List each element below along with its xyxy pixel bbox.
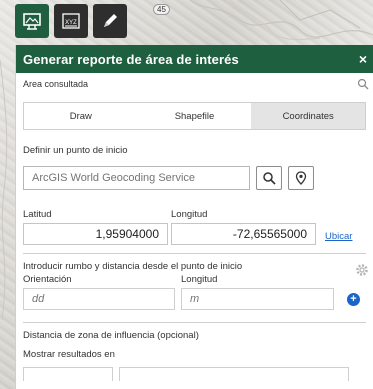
longitud-group: Longitud bbox=[171, 209, 316, 245]
map-report-icon bbox=[23, 13, 41, 30]
buffer-label: Distancia de zona de influencia (opciona… bbox=[23, 330, 199, 341]
longitud-distance-label: Longitud bbox=[181, 274, 218, 285]
buffer-distance-input[interactable] bbox=[23, 367, 113, 381]
bearing-distance-label: Introducir rumbo y distancia desde el pu… bbox=[23, 261, 243, 272]
latitud-group: Latitud bbox=[23, 209, 168, 245]
orientacion-label: Orientación bbox=[23, 274, 72, 285]
orientacion-input[interactable] bbox=[23, 288, 175, 310]
pencil-icon bbox=[104, 14, 117, 27]
latitud-input[interactable] bbox=[23, 223, 168, 245]
draw-tool-button[interactable] bbox=[93, 4, 127, 38]
buffer-unit-select[interactable] bbox=[119, 367, 349, 381]
tab-shapefile[interactable]: Shapefile bbox=[137, 103, 252, 129]
bearing-labels: Introducir rumbo y distancia desde el pu… bbox=[23, 261, 242, 285]
map-badge: 45 bbox=[153, 4, 170, 15]
results-inputs bbox=[23, 367, 366, 381]
buffer-section: Distancia de zona de influencia (opciona… bbox=[16, 323, 373, 381]
add-point-icon[interactable]: + bbox=[347, 293, 360, 306]
locate-button[interactable] bbox=[288, 166, 314, 190]
xyz-tool-button[interactable]: XYZ bbox=[54, 4, 88, 38]
report-tool-button[interactable] bbox=[15, 4, 49, 38]
gear-icon[interactable] bbox=[355, 263, 369, 277]
distance-input[interactable] bbox=[181, 288, 334, 310]
tab-coordinates[interactable]: Coordinates bbox=[251, 103, 366, 129]
bearing-distance-row: Introducir rumbo y distancia desde el pu… bbox=[16, 254, 373, 285]
close-button[interactable]: × bbox=[359, 51, 367, 67]
longitud-label: Longitud bbox=[171, 209, 208, 220]
coordinates-row: Latitud Longitud Ubicar bbox=[16, 190, 373, 245]
geocoder-search-button[interactable] bbox=[256, 166, 282, 190]
report-panel: Generar reporte de área de interés × Are… bbox=[15, 45, 373, 389]
results-label: Mostrar resultados en bbox=[23, 349, 115, 360]
area-row: Area consultada bbox=[16, 73, 373, 95]
search-icon bbox=[263, 172, 276, 185]
panel-title: Generar reporte de área de interés bbox=[23, 51, 239, 67]
geocoder-row bbox=[23, 166, 366, 190]
latitud-label: Latitud bbox=[23, 209, 52, 220]
bearing-field-labels: Orientación Longitud bbox=[23, 274, 242, 285]
geocoder-search-input[interactable] bbox=[23, 166, 250, 190]
input-method-tabs: Draw Shapefile Coordinates bbox=[23, 102, 366, 130]
map-toolbar: XYZ bbox=[15, 4, 127, 44]
tab-draw[interactable]: Draw bbox=[24, 103, 138, 129]
zoom-to-icon[interactable] bbox=[357, 78, 369, 90]
longitud-input[interactable] bbox=[171, 223, 316, 245]
area-label: Area consultada bbox=[23, 79, 89, 89]
xyz-icon: XYZ bbox=[62, 13, 80, 29]
bearing-inputs-row: + bbox=[16, 285, 373, 310]
location-pin-icon bbox=[295, 171, 307, 185]
panel-header: Generar reporte de área de interés × bbox=[16, 45, 373, 73]
start-point-section: Definir un punto de inicio bbox=[16, 130, 373, 190]
ubicar-link[interactable]: Ubicar bbox=[325, 231, 352, 245]
start-point-label: Definir un punto de inicio bbox=[23, 145, 128, 156]
svg-text:XYZ: XYZ bbox=[65, 20, 77, 26]
